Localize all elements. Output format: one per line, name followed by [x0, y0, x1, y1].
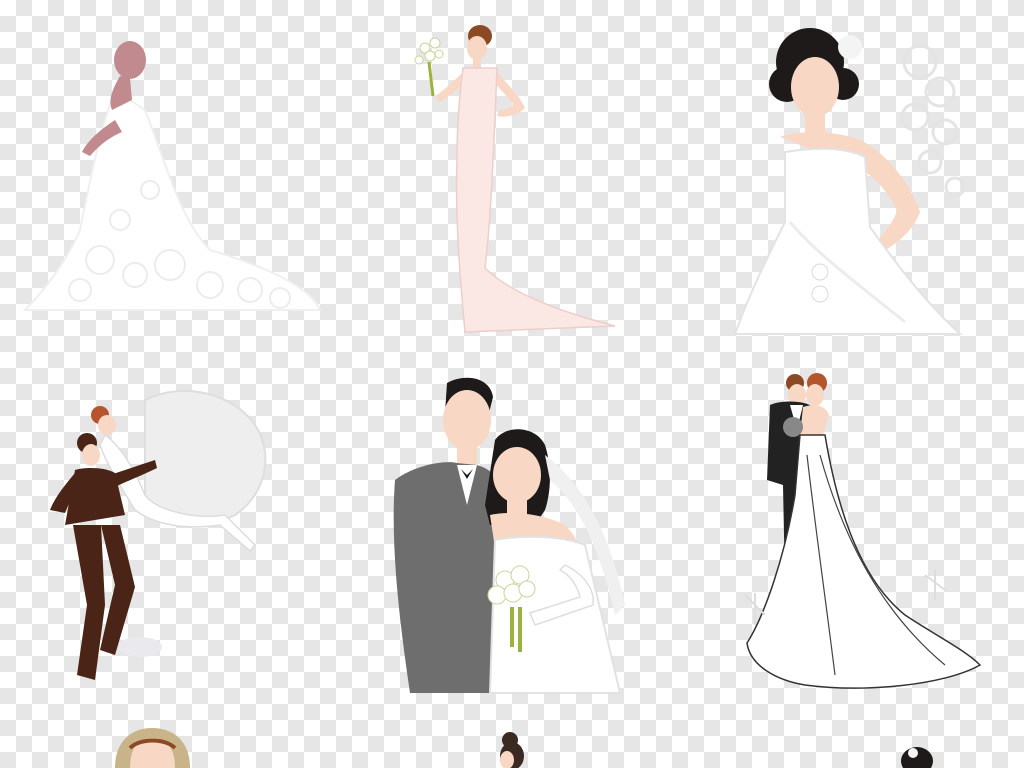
bride-with-bouquet-icon — [405, 18, 620, 336]
curly-haired-bride-icon — [733, 22, 975, 337]
couple-standing-icon — [744, 373, 985, 693]
couple-portrait-icon — [385, 375, 630, 694]
partial-bride-head-icon — [492, 730, 532, 768]
partial-bride-head-icon — [110, 728, 195, 768]
partial-bride-head-icon — [896, 745, 938, 768]
groom-lifting-bride-icon — [45, 375, 295, 695]
lace-bride-silhouette-icon — [20, 40, 325, 315]
